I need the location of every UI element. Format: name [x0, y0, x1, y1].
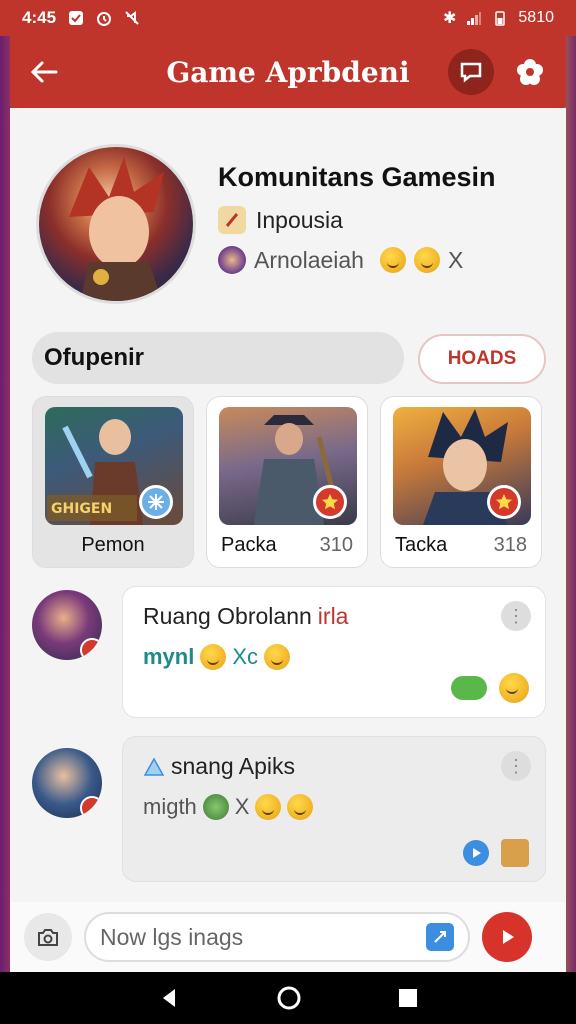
community-subtitle-row: Inpousia — [218, 206, 343, 234]
frog-sticker-icon[interactable] — [451, 676, 487, 700]
chat-button[interactable] — [448, 49, 494, 95]
community-name: Komunitans Gamesin — [218, 162, 496, 192]
game-label: Pemon — [33, 534, 193, 557]
game-art-text: GHIGEN — [51, 501, 112, 517]
message-title-text: Ruang Obrolann — [143, 603, 312, 629]
hero-portrait — [69, 157, 164, 301]
message-suffix: X — [234, 794, 250, 819]
more-options-button[interactable]: ⋮ — [501, 751, 531, 781]
signal-icon — [467, 12, 482, 25]
camera-icon — [38, 929, 58, 946]
game-card-pemon[interactable]: GHIGEN Pemon — [32, 396, 194, 568]
triangle-icon — [143, 756, 165, 776]
message-title-accent: irla — [317, 603, 349, 629]
game-count: 318 — [493, 534, 527, 556]
game-name: Tacka — [395, 534, 448, 556]
status-bar: 4:45 ✱ 5810 — [0, 0, 576, 36]
reaction-row — [451, 673, 529, 703]
message-suffix: Xc — [232, 644, 259, 669]
star-badge-icon — [80, 638, 102, 660]
more-options-button[interactable]: ⋮ — [501, 601, 531, 631]
message-line: migth X — [143, 794, 525, 820]
status-time: 4:45 — [22, 8, 57, 27]
recents-nav-icon[interactable] — [397, 987, 419, 1009]
message-field[interactable] — [84, 912, 470, 962]
party-emoji-icon — [264, 644, 291, 670]
game-name: Packa — [221, 534, 277, 556]
attach-image-icon[interactable] — [426, 923, 454, 951]
badge-snowflake-icon — [139, 485, 173, 519]
member-avatar — [218, 246, 246, 274]
members-label: Arnolaeiah — [254, 246, 364, 273]
community-card: Komunitans Gamesin Inpousia Arnolaeiah X… — [10, 108, 566, 902]
arrow-left-icon — [30, 61, 58, 83]
message-composer — [10, 902, 566, 972]
grin-emoji-icon — [287, 794, 314, 820]
community-subtitle: Inpousia — [256, 206, 343, 233]
message-avatar[interactable] — [32, 590, 102, 660]
filter-field[interactable]: Ofupenir — [32, 332, 404, 384]
play-icon[interactable] — [463, 840, 489, 866]
alarm-icon — [97, 12, 112, 26]
message-title-text: snang Apiks — [171, 753, 296, 779]
tag-icon — [218, 206, 246, 234]
battery-icon — [495, 11, 506, 26]
game-art: GHIGEN — [45, 407, 183, 525]
game-art — [219, 407, 357, 525]
bluetooth-icon: ✱ — [443, 10, 457, 27]
home-nav-icon[interactable] — [275, 984, 303, 1012]
game-label: Packa 310 — [207, 534, 367, 557]
members-suffix: X — [447, 246, 464, 273]
message-bubble[interactable]: snang Apiks migth X ⋮ — [122, 736, 546, 882]
badge-star-icon — [487, 485, 521, 519]
game-card-tacka[interactable]: Tacka 318 — [380, 396, 542, 568]
game-count: 310 — [319, 534, 353, 556]
game-art — [393, 407, 531, 525]
gear-icon — [517, 59, 543, 85]
box-sticker-icon[interactable] — [501, 839, 529, 867]
reaction-row — [463, 839, 529, 867]
leaf-emoji-icon — [202, 794, 229, 820]
star-badge-icon — [80, 796, 102, 818]
heart-eyes-emoji-icon — [200, 644, 227, 670]
message-avatar[interactable] — [32, 748, 102, 818]
send-button[interactable] — [482, 912, 532, 962]
message-line: mynl Xc — [143, 644, 525, 670]
community-avatar — [36, 144, 196, 304]
members-row[interactable]: Arnolaeiah X — [218, 246, 463, 274]
app-header: Game Aprbdeni — [10, 36, 566, 108]
battery-text: 5810 — [518, 9, 554, 26]
party-emoji-icon[interactable] — [499, 673, 529, 703]
hoads-button[interactable]: HOADS — [418, 334, 546, 384]
mute-icon — [125, 11, 139, 25]
message-input[interactable] — [100, 923, 426, 951]
play-send-icon — [503, 930, 514, 944]
badge-star-icon — [313, 485, 347, 519]
filter-value: Ofupenir — [44, 344, 144, 371]
game-card-packa[interactable]: Packa 310 — [206, 396, 368, 568]
message-title: snang Apiks — [143, 753, 525, 780]
notification-icon — [69, 11, 84, 25]
back-nav-icon[interactable] — [157, 986, 181, 1010]
grin-emoji-icon — [413, 247, 440, 273]
back-button[interactable] — [26, 54, 62, 90]
message-title: Ruang Obrolann irla — [143, 603, 525, 630]
camera-button[interactable] — [24, 913, 72, 961]
settings-button[interactable] — [510, 52, 550, 92]
chat-bubble-icon — [460, 62, 482, 83]
game-label: Tacka 318 — [381, 534, 541, 557]
message-bubble[interactable]: Ruang Obrolann irla mynl Xc ⋮ — [122, 586, 546, 718]
message-text: mynl — [143, 644, 195, 669]
party-emoji-icon — [255, 794, 282, 820]
system-nav-bar — [0, 972, 576, 1024]
game-name: Pemon — [81, 534, 145, 556]
message-text: migth — [143, 794, 197, 819]
party-emoji-icon — [379, 247, 406, 273]
